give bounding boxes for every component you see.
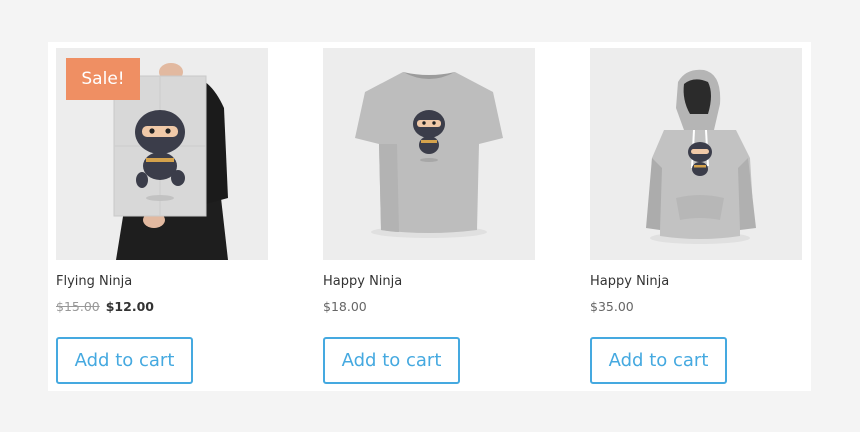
product-image-poster[interactable]: Sale! xyxy=(56,48,268,260)
product-title[interactable]: Happy Ninja xyxy=(590,274,802,290)
original-price: $15.00 xyxy=(56,299,100,314)
product-price: $18.00 xyxy=(323,299,367,314)
product-card: Sale! Flying Ninja $15.00 $12.00 Add to … xyxy=(56,48,268,384)
add-to-cart-button[interactable]: Add to cart xyxy=(56,337,193,384)
ninja-tshirt-image xyxy=(323,48,535,260)
product-card: Happy Ninja $35.00 Add to cart xyxy=(590,48,802,384)
product-price: $35.00 xyxy=(590,299,634,314)
sale-price: $12.00 xyxy=(105,299,154,314)
product-title[interactable]: Happy Ninja xyxy=(323,274,535,290)
sale-badge: Sale! xyxy=(66,58,140,100)
product-price: $15.00 $12.00 xyxy=(56,299,268,315)
product-card: Happy Ninja $18.00 Add to cart xyxy=(323,48,535,384)
product-title[interactable]: Flying Ninja xyxy=(56,274,268,290)
product-image-hoodie[interactable] xyxy=(590,48,802,260)
ninja-hoodie-image xyxy=(590,48,802,260)
product-image-tshirt[interactable] xyxy=(323,48,535,260)
product-grid: Sale! Flying Ninja $15.00 $12.00 Add to … xyxy=(48,42,811,391)
add-to-cart-button[interactable]: Add to cart xyxy=(323,337,460,384)
add-to-cart-button[interactable]: Add to cart xyxy=(590,337,727,384)
